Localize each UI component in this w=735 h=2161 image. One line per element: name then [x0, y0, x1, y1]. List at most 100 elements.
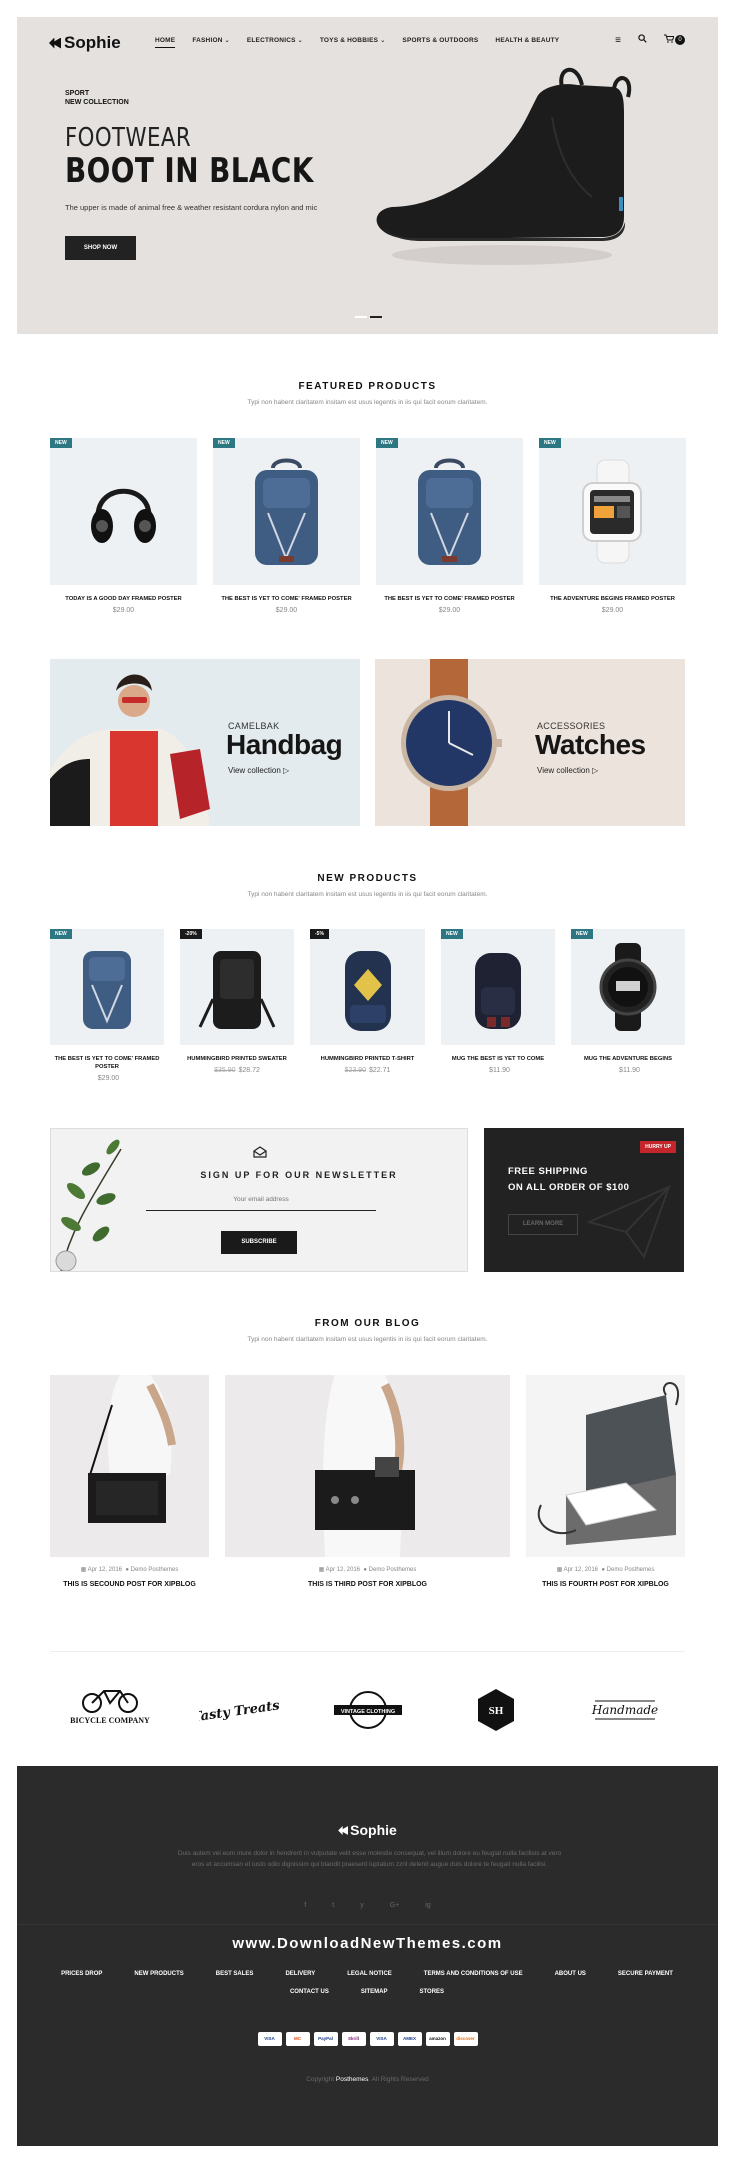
post-title[interactable]: THIS IS FOURTH POST FOR XIPBLOG — [526, 1581, 685, 1588]
post-meta: ▦ Apr 12, 2016 ● Demo Posthemes — [526, 1566, 685, 1573]
footer-link[interactable]: CONTACT US — [290, 1989, 329, 1995]
cart-button[interactable]: 0 — [664, 34, 685, 46]
post-author[interactable]: Demo Posthemes — [369, 1567, 417, 1573]
product-card[interactable]: NEW THE BEST IS YET TO COME' FRAMED POST… — [213, 438, 360, 614]
cart-count-badge: 0 — [675, 35, 685, 46]
footer-link[interactable]: STORES — [420, 1989, 445, 1995]
footer-link[interactable]: TERMS AND CONDITIONS OF USE — [424, 1971, 523, 1977]
watches-banner[interactable]: ACCESSORIES Watches View collection ▷ — [375, 659, 685, 826]
hamburger-menu-icon[interactable]: ≡ — [615, 35, 621, 46]
watch-image — [401, 659, 502, 826]
new-badge: NEW — [50, 929, 72, 939]
view-collection-label: View collection — [537, 766, 590, 775]
hero-tag-line1: SPORT — [65, 90, 90, 97]
handbag-banner[interactable]: CAMELBAK Handbag View collection ▷ — [50, 659, 360, 826]
product-card[interactable]: -20% HUMMINGBIRD PRINTED SWEATER $35.90 $… — [180, 929, 294, 1074]
product-image[interactable]: NEW — [441, 929, 555, 1045]
menu-sports[interactable]: SPORTS & OUTDOORS — [402, 37, 478, 48]
product-card[interactable]: NEW THE ADVENTURE BEGINS FRAMED POSTER $… — [539, 438, 686, 614]
backpack-icon — [345, 951, 391, 1031]
product-card[interactable]: -5% HUMMINGBIRD PRINTED T-SHIRT $23.90 $2… — [310, 929, 425, 1074]
product-image[interactable]: NEW — [571, 929, 685, 1045]
product-image[interactable]: -5% — [310, 929, 425, 1045]
product-image[interactable]: NEW — [50, 438, 197, 585]
footer-link[interactable]: DELIVERY — [285, 1971, 315, 1977]
footer-link[interactable]: LEGAL NOTICE — [347, 1971, 392, 1977]
subscribe-button[interactable]: SUBSCRIBE — [221, 1231, 297, 1254]
old-price: $23.90 — [344, 1067, 366, 1074]
footer-description: Duis autem vel eum iriure dolor in hendr… — [177, 1850, 562, 1868]
footer-link[interactable]: ABOUT US — [555, 1971, 586, 1977]
product-name[interactable]: TODAY IS A GOOD DAY FRAMED POSTER — [50, 595, 197, 603]
featured-subtitle: Typi non habent claritatem insitam est u… — [247, 399, 488, 406]
view-collection-link[interactable]: View collection ▷ — [537, 766, 598, 775]
menu-health[interactable]: HEALTH & BEAUTY — [495, 37, 559, 48]
footer-link[interactable]: PRICES DROP — [61, 1971, 102, 1977]
product-price: $29.00 — [438, 607, 461, 614]
email-input[interactable] — [146, 1189, 376, 1211]
hero-title: BOOT IN BLACK — [65, 151, 314, 191]
post-title[interactable]: THIS IS SECOUND POST FOR XIPBLOG — [50, 1581, 209, 1588]
product-name[interactable]: MUG THE ADVENTURE BEGINS — [571, 1055, 685, 1063]
menu-fashion[interactable]: FASHION ⌄ — [192, 37, 230, 48]
post-author[interactable]: Demo Posthemes — [607, 1567, 655, 1573]
learn-more-button[interactable]: LEARN MORE — [508, 1214, 578, 1235]
product-name[interactable]: THE ADVENTURE BEGINS FRAMED POSTER — [539, 595, 686, 603]
product-name[interactable]: THE BEST IS YET TO COME' FRAMED POSTER — [213, 595, 360, 603]
new-badge: NEW — [441, 929, 463, 939]
blog-post[interactable]: ▦ Apr 12, 2016 ● Demo Posthemes THIS IS … — [225, 1375, 510, 1588]
product-name[interactable]: MUG THE BEST IS YET TO COME — [441, 1055, 555, 1063]
copyright-brand-link[interactable]: Posthemes — [336, 2076, 369, 2083]
menu-electronics[interactable]: ELECTRONICS ⌄ — [247, 37, 303, 48]
instagram-icon[interactable]: ig — [425, 1902, 430, 1909]
copyright-prefix: Copyright — [306, 2076, 335, 2083]
twitter-icon[interactable]: t — [332, 1902, 334, 1909]
menu-toys[interactable]: TOYS & HOBBIES ⌄ — [320, 37, 386, 48]
bicycle-company-logo[interactable]: BICYCLE COMPANY — [70, 1683, 150, 1737]
hurry-up-badge: HURRY UP — [640, 1141, 676, 1153]
footer-logo[interactable]: Sophie — [17, 1822, 718, 1838]
shipping-title: FREE SHIPPING ON ALL ORDER OF $100 — [508, 1164, 629, 1196]
vintage-clothing-logo[interactable]: VINTAGE CLOTHING — [328, 1683, 408, 1737]
product-image[interactable]: NEW — [50, 929, 164, 1045]
handmade-logo[interactable]: Handmade — [585, 1683, 665, 1737]
brand-text: BICYCLE COMPANY — [70, 1716, 150, 1725]
product-card[interactable]: NEW MUG THE BEST IS YET TO COME $11.90 — [441, 929, 555, 1074]
blog-image[interactable] — [225, 1375, 510, 1557]
sh-barber-logo[interactable]: SH — [456, 1683, 536, 1737]
post-author[interactable]: Demo Posthemes — [131, 1567, 179, 1573]
product-card[interactable]: NEW THE BEST IS YET TO COME' FRAMED POST… — [50, 929, 164, 1082]
facebook-icon[interactable]: f — [304, 1902, 306, 1909]
blog-image[interactable] — [526, 1375, 685, 1557]
product-name[interactable]: HUMMINGBIRD PRINTED SWEATER — [180, 1055, 294, 1063]
product-card[interactable]: NEW THE BEST IS YET TO COME' FRAMED POST… — [376, 438, 523, 614]
product-image[interactable]: -20% — [180, 929, 294, 1045]
payment-methods: VISA MC PayPal Skrill VISA AMEX amazon d… — [17, 2032, 718, 2046]
blog-image[interactable] — [50, 1375, 209, 1557]
product-name[interactable]: HUMMINGBIRD PRINTED T-SHIRT — [310, 1055, 425, 1063]
product-card[interactable]: NEW TODAY IS A GOOD DAY FRAMED POSTER $2… — [50, 438, 197, 614]
footer-link[interactable]: BEST SALES — [216, 1971, 254, 1977]
blog-post[interactable]: ▦ Apr 12, 2016 ● Demo Posthemes THIS IS … — [526, 1375, 685, 1588]
product-name[interactable]: THE BEST IS YET TO COME' FRAMED POSTER — [376, 595, 523, 603]
slider-dot[interactable] — [355, 316, 367, 318]
view-collection-link[interactable]: View collection ▷ — [228, 766, 289, 775]
footer-link[interactable]: SITEMAP — [361, 1989, 388, 1995]
menu-home[interactable]: HOME — [155, 37, 176, 48]
footer-link[interactable]: NEW PRODUCTS — [134, 1971, 183, 1977]
logo[interactable]: Sophie — [49, 33, 121, 53]
post-title[interactable]: THIS IS THIRD POST FOR XIPBLOG — [225, 1581, 510, 1588]
product-name[interactable]: THE BEST IS YET TO COME' FRAMED POSTER — [50, 1055, 164, 1071]
shop-now-button[interactable]: SHOP NOW — [65, 236, 136, 260]
product-image[interactable]: NEW — [539, 438, 686, 585]
blog-post[interactable]: ▦ Apr 12, 2016 ● Demo Posthemes THIS IS … — [50, 1375, 209, 1588]
search-icon[interactable] — [638, 34, 647, 46]
product-card[interactable]: NEW MUG THE ADVENTURE BEGINS $11.90 — [571, 929, 685, 1074]
tasty-treats-logo[interactable]: Tasty Treats! — [199, 1683, 279, 1737]
google-plus-icon[interactable]: G+ — [390, 1902, 400, 1909]
youtube-icon[interactable]: y — [360, 1902, 364, 1909]
product-image[interactable]: NEW — [376, 438, 523, 585]
footer-link[interactable]: SECURE PAYMENT — [618, 1971, 673, 1977]
product-image[interactable]: NEW — [213, 438, 360, 585]
slider-dot-active[interactable] — [370, 316, 382, 318]
